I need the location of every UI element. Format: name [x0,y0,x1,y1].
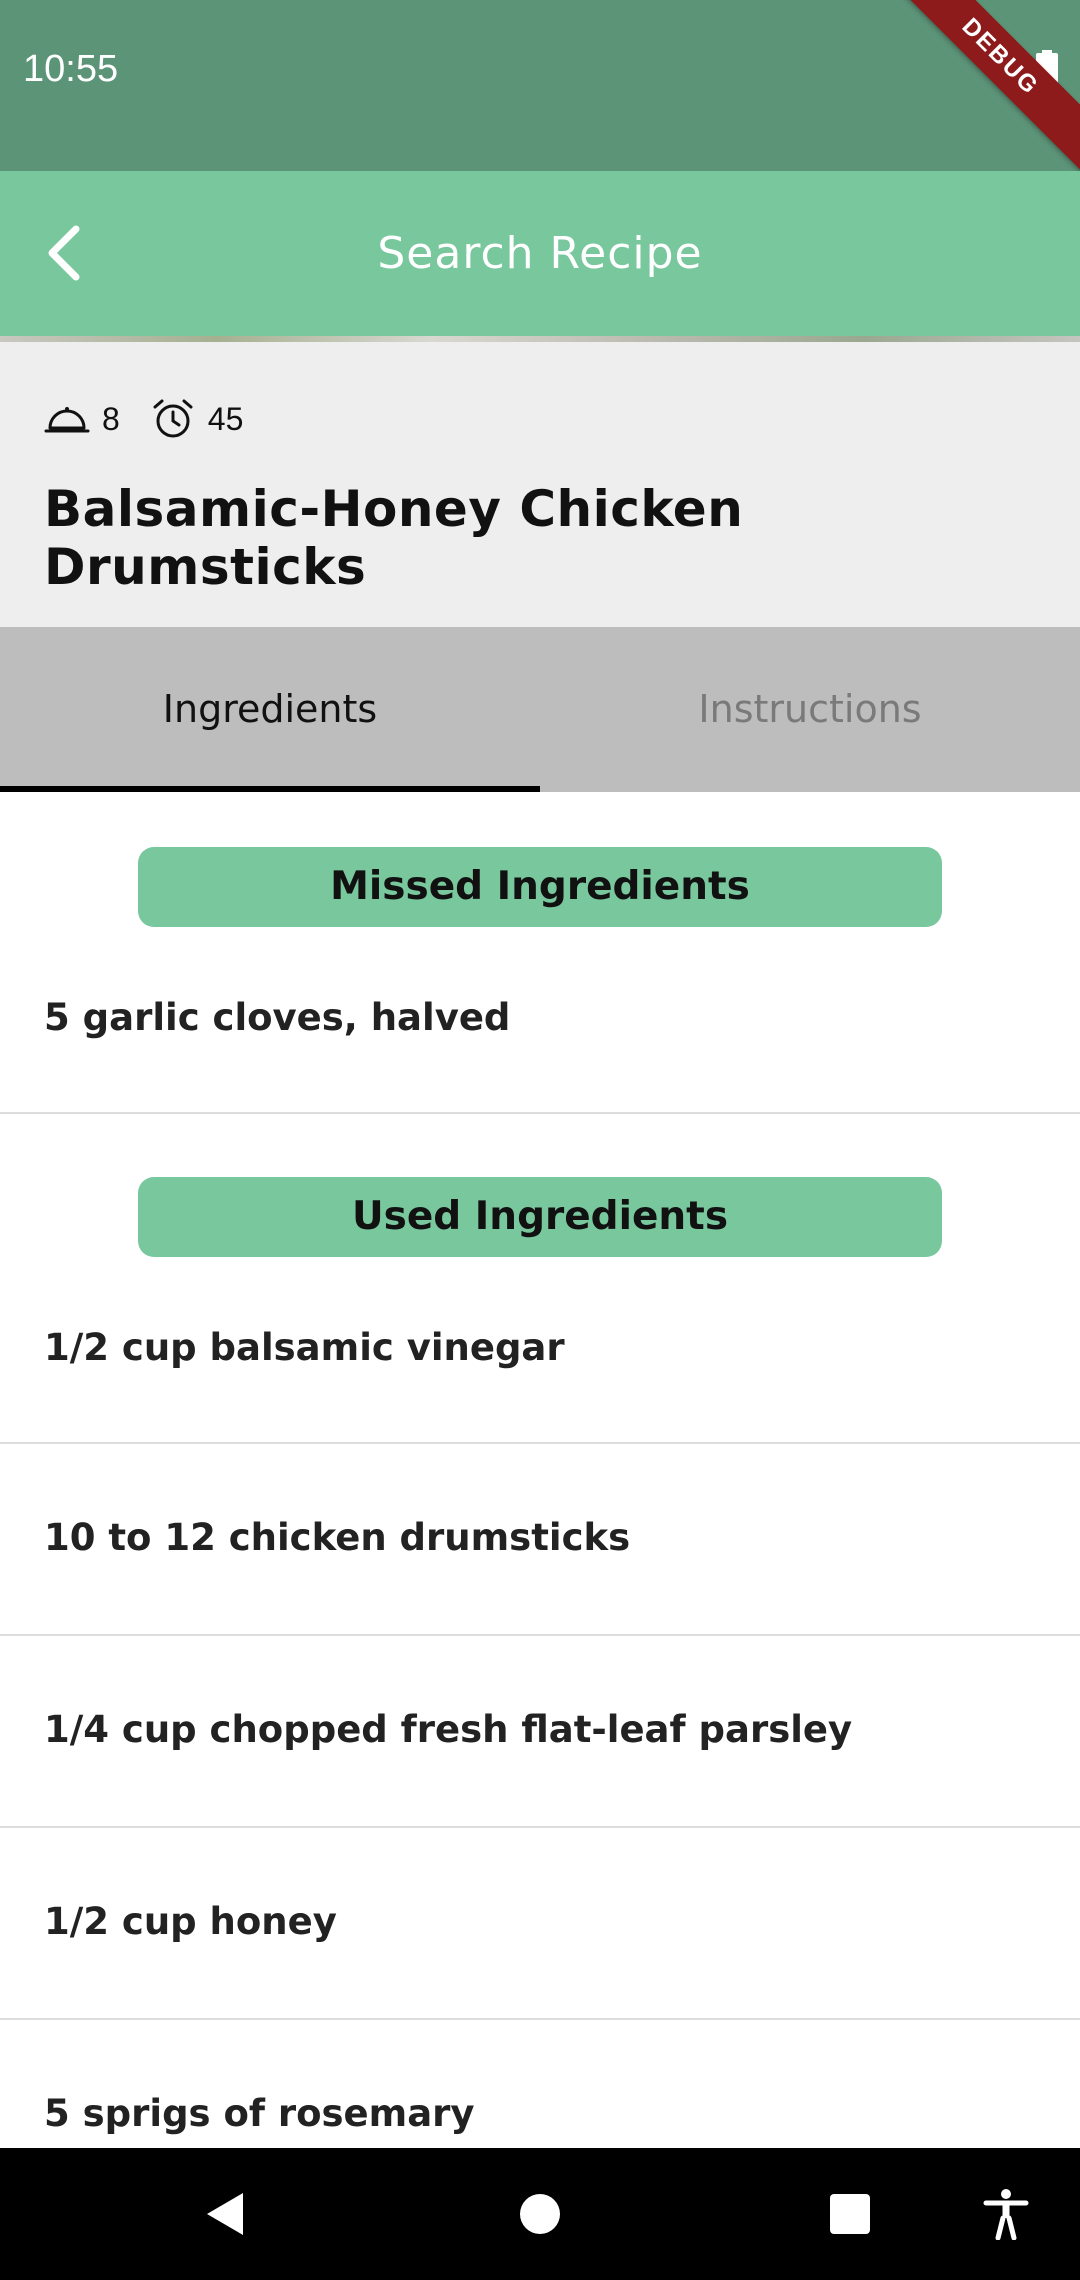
accessibility-button[interactable] [970,2178,1042,2250]
list-item: 1/2 cup balsamic vinegar [0,1272,1080,1444]
list-item: 1/4 cup chopped fresh flat-leaf parsley [0,1636,1080,1828]
list-item: 5 sprigs of rosemary [0,2020,1080,2148]
serving-dish-icon [44,407,90,433]
status-time: 10:55 [23,48,119,90]
tab-ingredients[interactable]: Ingredients [0,627,540,792]
list-item: 1/2 cup honey [0,1828,1080,2020]
ingredient-text: 5 garlic cloves, halved [44,996,511,1039]
tab-instructions[interactable]: Instructions [540,627,1080,792]
ingredient-text: 1/2 cup honey [44,1900,337,1943]
servings-count: 8 [102,400,120,437]
screen: 10:55 DEBUG Search Recipe 8 45 Balsamic-… [0,0,1080,2280]
accessibility-icon [983,2189,1029,2240]
recipe-header: 8 45 Balsamic-Honey Chicken Drumsticks [0,342,1080,627]
tab-bar: Ingredients Instructions [0,627,1080,792]
recipe-meta: 8 45 [44,394,273,444]
chevron-left-icon [48,225,80,281]
nav-back-button[interactable] [190,2178,262,2250]
recents-square-icon [830,2194,870,2234]
nav-home-button[interactable] [504,2178,576,2250]
system-nav-bar [0,2148,1080,2280]
used-ingredients-heading: Used Ingredients [138,1177,942,1257]
status-bar: 10:55 DEBUG [0,0,1080,180]
cook-time: 45 [207,400,244,437]
list-item: 10 to 12 chicken drumsticks [0,1444,1080,1636]
alarm-clock-icon [153,399,193,438]
ingredient-text: 10 to 12 chicken drumsticks [44,1516,631,1559]
app-bar-title: Search Recipe [377,228,703,279]
nav-recents-button[interactable] [814,2178,886,2250]
back-triangle-icon [207,2193,243,2235]
ingredient-text: 5 sprigs of rosemary [44,2092,475,2135]
recipe-title: Balsamic-Honey Chicken Drumsticks [44,480,744,596]
debug-banner: DEBUG [877,0,1080,180]
home-circle-icon [520,2194,560,2234]
list-item: 5 garlic cloves, halved [0,942,1080,1114]
app-bar: Search Recipe [0,171,1080,336]
back-button[interactable] [24,211,104,295]
ingredient-text: 1/2 cup balsamic vinegar [44,1326,565,1369]
ingredient-text: 1/4 cup chopped fresh flat-leaf parsley [44,1708,853,1751]
missed-ingredients-heading: Missed Ingredients [138,847,942,927]
ingredients-list[interactable]: Missed Ingredients 5 garlic cloves, halv… [0,792,1080,2148]
